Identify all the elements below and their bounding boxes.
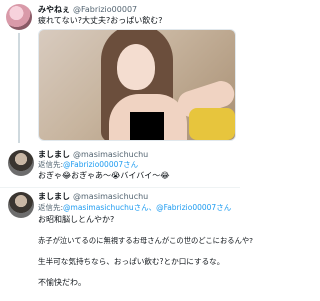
tweet-1[interactable]: みやねぇ @Fabrizio00007 疲れてない?大丈夫?おっぱい飲む? [0, 0, 240, 146]
thread-line [18, 33, 20, 143]
tweet-text-line: 赤子が泣いてるのに無視するお母さんがこの世のどこにおるんや? [38, 236, 254, 245]
user-handle[interactable]: @masimasichuchu [73, 192, 148, 201]
tweet-text-line: 不愉快だわ。 [38, 278, 86, 287]
tweet-text: 疲れてない?大丈夫?おっぱい飲む? [38, 16, 163, 25]
display-name[interactable]: ましまし [38, 192, 70, 201]
avatar[interactable] [8, 150, 34, 176]
tweet-photo[interactable] [38, 29, 236, 141]
tweet-header: みやねぇ @Fabrizio00007 [38, 4, 137, 15]
tweet-text-line: お昭和脳しとんやか? [38, 215, 115, 224]
avatar[interactable] [8, 192, 34, 218]
user-handle[interactable]: @Fabrizio00007 [73, 5, 137, 14]
divider [0, 187, 240, 188]
tweet-text: おぎゃ😂おぎゃあ〜😭バイバイ〜😂 [38, 171, 170, 180]
reply-mention-link[interactable]: @masimasichuchuさん、@Fabrizio00007さん [63, 203, 231, 212]
tweet-header: ましまし @masimasichuchu [38, 191, 148, 202]
reply-context: 返信先:@masimasichuchuさん、@Fabrizio00007さん [38, 203, 232, 212]
user-handle[interactable]: @masimasichuchu [73, 150, 148, 159]
tweet-3[interactable]: ましまし @masimasichuchu 返信先:@masimasichuchuさ… [0, 190, 253, 301]
display-name[interactable]: ましまし [38, 150, 70, 159]
avatar[interactable] [6, 4, 32, 30]
reply-mention-link[interactable]: @Fabrizio00007さん [63, 160, 138, 169]
tweet-2[interactable]: ましまし @masimasichuchu 返信先:@Fabrizio00007さん… [0, 146, 240, 186]
tweet-text-line: 生半可な気持ちなら、おっぱい飲む?とか口にするな。 [38, 257, 225, 266]
censor-block [130, 112, 164, 140]
display-name[interactable]: みやねぇ [38, 5, 70, 14]
reply-context: 返信先:@Fabrizio00007さん [38, 160, 139, 169]
